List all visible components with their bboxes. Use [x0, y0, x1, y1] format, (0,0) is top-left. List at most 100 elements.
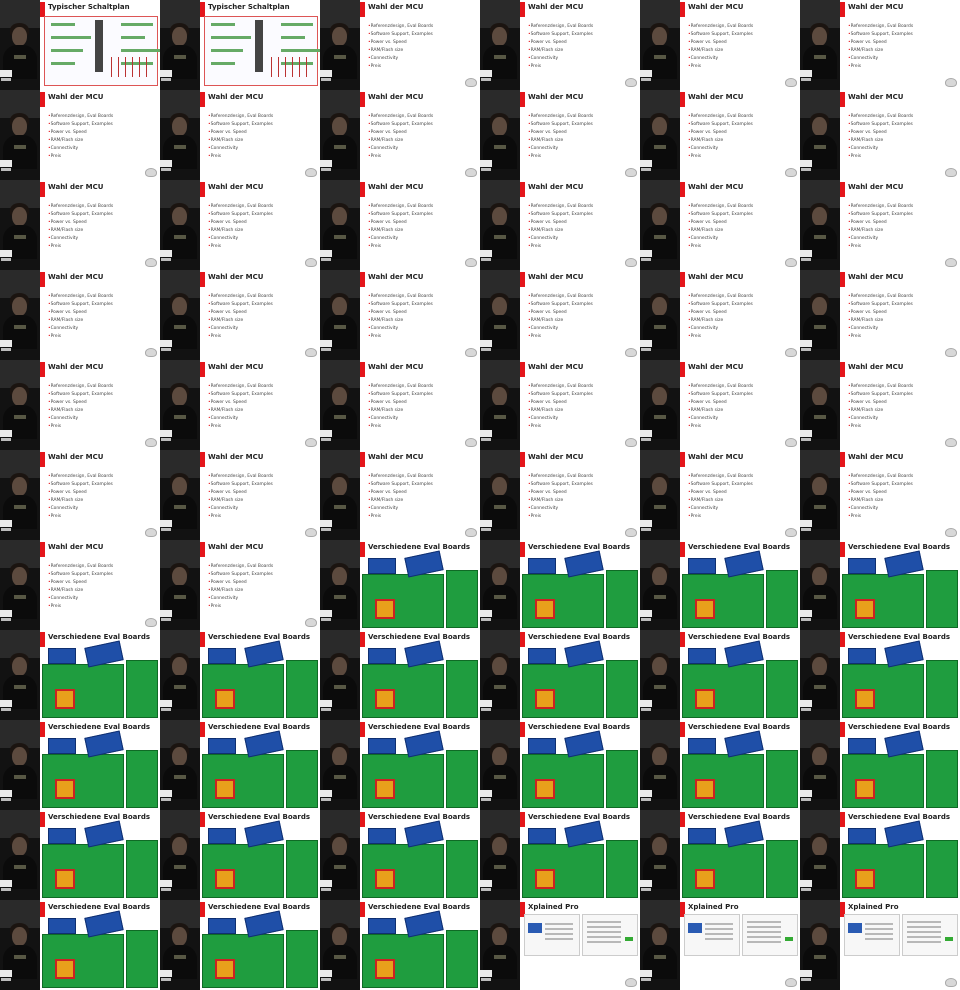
slide-title: Wahl der MCU — [48, 543, 104, 551]
bullet-item: Connectivity — [528, 145, 593, 153]
channel-logo — [480, 70, 492, 77]
bullet-item: Preis — [368, 513, 433, 521]
bullet-item: Preis — [528, 243, 593, 251]
mascot-icon — [625, 528, 637, 537]
bullet-list: Referenzdesign, Eval BoardsSoftware Supp… — [688, 473, 754, 521]
bullet-item: Referenzdesign, Eval Boards — [688, 203, 754, 211]
channel-logo — [480, 520, 492, 527]
slide-title: Wahl der MCU — [208, 453, 264, 461]
bullet-item: Software Support, Examples — [208, 301, 273, 309]
bullet-item: RAM/Flash size — [368, 317, 433, 325]
slide-title: Verschiedene Eval Boards — [848, 813, 951, 821]
bullet-item: Software Support, Examples — [208, 121, 273, 129]
bullet-item: Connectivity — [368, 415, 433, 423]
bullet-item: RAM/Flash size — [48, 317, 113, 325]
bullet-item: Power vs. Speed — [528, 129, 593, 137]
bullet-item: RAM/Flash size — [528, 227, 593, 235]
video-thumbnail: Wahl der MCU Referenzdesign, Eval BoardsS… — [160, 450, 320, 540]
bullet-item: RAM/Flash size — [688, 227, 753, 235]
slide: Wahl der MCU Referenzdesign, Eval BoardsS… — [680, 0, 800, 90]
speaker-camera — [800, 720, 840, 810]
eval-board-image — [606, 570, 638, 628]
eval-board-image — [766, 570, 798, 628]
mascot-icon — [625, 258, 637, 267]
title-accent-bar — [40, 542, 45, 557]
arduino-board-image — [368, 738, 396, 754]
channel-logo — [320, 160, 332, 167]
slide-title: Wahl der MCU — [688, 183, 744, 191]
channel-logo — [160, 70, 172, 77]
slide-title: Wahl der MCU — [528, 453, 584, 461]
channel-logo — [0, 340, 12, 347]
bullet-item: Software Support, Examples — [208, 571, 273, 579]
video-thumbnail: Wahl der MCU Referenzdesign, Eval BoardsS… — [160, 360, 320, 450]
bullet-item: Referenzdesign, Eval Boards — [208, 293, 274, 301]
bullet-item: Preis — [688, 513, 753, 521]
bullet-item: Referenzdesign, Eval Boards — [208, 383, 274, 391]
bullet-item: Software Support, Examples — [528, 211, 593, 219]
bullet-item: Preis — [208, 153, 273, 161]
bullet-item: Power vs. Speed — [848, 129, 913, 137]
speaker-camera — [160, 810, 200, 900]
title-accent-bar — [200, 902, 205, 917]
eval-board-image — [682, 574, 764, 628]
video-thumbnail: Verschiedene Eval Boards — [0, 810, 160, 900]
channel-logo — [320, 430, 332, 437]
title-accent-bar — [520, 272, 525, 287]
bullet-item: RAM/Flash size — [48, 407, 113, 415]
mascot-icon — [305, 528, 317, 537]
bullet-item: Referenzdesign, Eval Boards — [848, 473, 914, 481]
mascot-icon — [785, 78, 797, 87]
bullet-item: Referenzdesign, Eval Boards — [688, 383, 754, 391]
eval-board-image — [362, 664, 444, 718]
bullet-list: Referenzdesign, Eval BoardsSoftware Supp… — [208, 563, 274, 611]
video-thumbnail: Wahl der MCU Referenzdesign, Eval BoardsS… — [320, 270, 480, 360]
title-accent-bar — [520, 542, 525, 557]
speaker-camera — [160, 90, 200, 180]
bullet-item: Referenzdesign, Eval Boards — [208, 473, 274, 481]
mascot-icon — [625, 348, 637, 357]
arduino-board-image — [208, 738, 236, 754]
bullet-item: Preis — [208, 243, 273, 251]
title-accent-bar — [200, 2, 205, 17]
bullet-item: Power vs. Speed — [368, 399, 433, 407]
bullet-item: Connectivity — [208, 145, 273, 153]
video-thumbnail: Wahl der MCU Referenzdesign, Eval BoardsS… — [800, 90, 960, 180]
bullet-item: RAM/Flash size — [848, 47, 913, 55]
video-thumbnail: Verschiedene Eval Boards — [480, 720, 640, 810]
bullet-item: Referenzdesign, Eval Boards — [368, 203, 434, 211]
bullet-item: Power vs. Speed — [368, 219, 433, 227]
eval-board-image — [842, 664, 924, 718]
bullet-item: Software Support, Examples — [848, 211, 913, 219]
product-webpage — [742, 914, 798, 956]
slide-title: Wahl der MCU — [848, 363, 904, 371]
bullet-item: Software Support, Examples — [528, 301, 593, 309]
title-accent-bar — [360, 2, 365, 17]
speaker-camera — [480, 90, 520, 180]
eval-board-image — [42, 664, 124, 718]
arduino-board-image — [848, 648, 876, 664]
channel-logo — [480, 790, 492, 797]
bullet-item: Preis — [688, 63, 753, 71]
slide: Wahl der MCU Referenzdesign, Eval BoardsS… — [840, 450, 960, 540]
mascot-icon — [145, 618, 157, 627]
speaker-camera — [160, 0, 200, 90]
bullet-item: Preis — [48, 513, 113, 521]
arduino-board-image — [848, 738, 876, 754]
slide-title: Verschiedene Eval Boards — [48, 633, 151, 641]
slide: Verschiedene Eval Boards — [840, 720, 960, 810]
bullet-item: Connectivity — [368, 505, 433, 513]
bullet-list: Referenzdesign, Eval BoardsSoftware Supp… — [528, 473, 594, 521]
slide-title: Verschiedene Eval Boards — [368, 903, 471, 911]
bullet-list: Referenzdesign, Eval BoardsSoftware Supp… — [368, 383, 434, 431]
title-accent-bar — [840, 812, 845, 827]
slide: Wahl der MCU Referenzdesign, Eval BoardsS… — [40, 450, 160, 540]
mascot-icon — [945, 258, 957, 267]
product-webpage — [524, 914, 580, 956]
channel-logo — [640, 340, 652, 347]
video-thumbnail: Wahl der MCU Referenzdesign, Eval BoardsS… — [0, 360, 160, 450]
title-accent-bar — [680, 2, 685, 17]
bullet-item: Power vs. Speed — [688, 489, 753, 497]
bullet-item: Connectivity — [368, 235, 433, 243]
mascot-icon — [465, 438, 477, 447]
